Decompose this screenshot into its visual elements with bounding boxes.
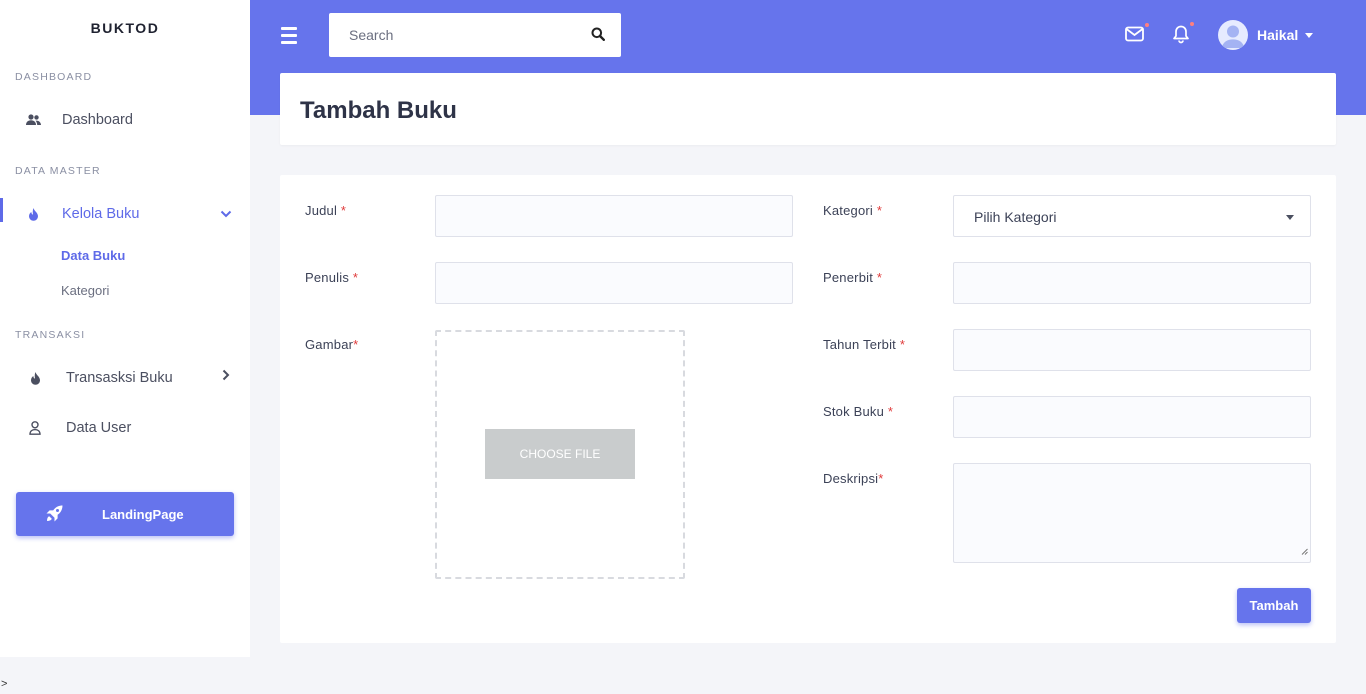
tahun-terbit-input[interactable] bbox=[953, 329, 1311, 371]
search-input[interactable] bbox=[329, 13, 579, 57]
sidebar-item-kelola-buku[interactable]: Kelola Buku bbox=[0, 196, 250, 232]
stok-buku-label: Stok Buku * bbox=[823, 404, 894, 419]
sidebar-subitem-data-buku[interactable]: Data Buku bbox=[61, 248, 125, 263]
chevron-down-icon[interactable] bbox=[220, 206, 232, 222]
tahun-terbit-label: Tahun Terbit * bbox=[823, 337, 906, 352]
page-header-card: Tambah Buku bbox=[280, 73, 1336, 145]
chevron-right-icon[interactable] bbox=[222, 369, 230, 385]
sidebar-item-transaksi-buku[interactable]: Transasksi Buku bbox=[0, 360, 250, 396]
search-box bbox=[329, 13, 621, 57]
sidebar: BUKTOD DASHBOARD Dashboard DATA MASTER K… bbox=[0, 0, 250, 657]
sidebar-item-data-user[interactable]: Data User bbox=[0, 410, 250, 446]
sidebar-item-label: Transasksi Buku bbox=[66, 370, 173, 386]
sidebar-subitem-kategori[interactable]: Kategori bbox=[61, 283, 109, 298]
caret-down-icon bbox=[1286, 215, 1294, 220]
section-label-data-master: DATA MASTER bbox=[15, 165, 101, 177]
section-label-transaksi: TRANSAKSI bbox=[15, 329, 86, 341]
landing-page-button[interactable]: LandingPage bbox=[16, 492, 234, 536]
sidebar-item-label: Kelola Buku bbox=[62, 206, 140, 222]
resize-handle-icon[interactable] bbox=[1301, 542, 1308, 560]
penerbit-label: Penerbit * bbox=[823, 270, 883, 285]
kategori-select-value: Pilih Kategori bbox=[974, 209, 1057, 225]
mail-icon[interactable] bbox=[1125, 23, 1149, 47]
sidebar-item-label: Dashboard bbox=[62, 112, 133, 128]
users-icon bbox=[24, 111, 42, 129]
landing-page-label: LandingPage bbox=[102, 506, 184, 522]
kategori-label: Kategori * bbox=[823, 203, 883, 218]
judul-input[interactable] bbox=[435, 195, 793, 237]
avatar bbox=[1218, 20, 1248, 50]
fire-icon bbox=[26, 369, 44, 387]
penulis-input[interactable] bbox=[435, 262, 793, 304]
page-title: Tambah Buku bbox=[300, 97, 457, 124]
tambah-submit-button[interactable]: Tambah bbox=[1237, 588, 1311, 623]
user-menu[interactable]: Haikal bbox=[1218, 20, 1314, 50]
kategori-select[interactable]: Pilih Kategori bbox=[953, 195, 1311, 237]
rocket-icon bbox=[46, 505, 63, 525]
deskripsi-label: Deskripsi* bbox=[823, 471, 884, 486]
section-label-dashboard: DASHBOARD bbox=[15, 71, 93, 83]
caret-down-icon bbox=[1305, 32, 1314, 38]
gambar-label: Gambar* bbox=[305, 337, 359, 352]
stok-buku-input[interactable] bbox=[953, 396, 1311, 438]
image-upload-dropzone[interactable]: CHOOSE FILE bbox=[435, 330, 685, 579]
choose-file-button[interactable]: CHOOSE FILE bbox=[485, 429, 635, 479]
corner-text: > bbox=[1, 678, 8, 690]
menu-toggle-icon[interactable] bbox=[281, 27, 297, 44]
bell-icon[interactable] bbox=[1172, 22, 1194, 49]
bell-notification-dot bbox=[1190, 22, 1194, 26]
penerbit-input[interactable] bbox=[953, 262, 1311, 304]
sidebar-item-dashboard[interactable]: Dashboard bbox=[0, 102, 250, 138]
fire-icon bbox=[24, 205, 42, 223]
sidebar-item-label: Data User bbox=[66, 420, 132, 436]
brand-logo[interactable]: BUKTOD bbox=[0, 20, 250, 36]
mail-notification-dot bbox=[1145, 23, 1149, 27]
user-name: Haikal bbox=[1257, 27, 1299, 43]
user-icon bbox=[26, 419, 44, 437]
deskripsi-textarea[interactable] bbox=[953, 463, 1311, 563]
penulis-label: Penulis * bbox=[305, 270, 359, 285]
judul-label: Judul * bbox=[305, 203, 347, 218]
search-icon[interactable] bbox=[591, 27, 605, 46]
